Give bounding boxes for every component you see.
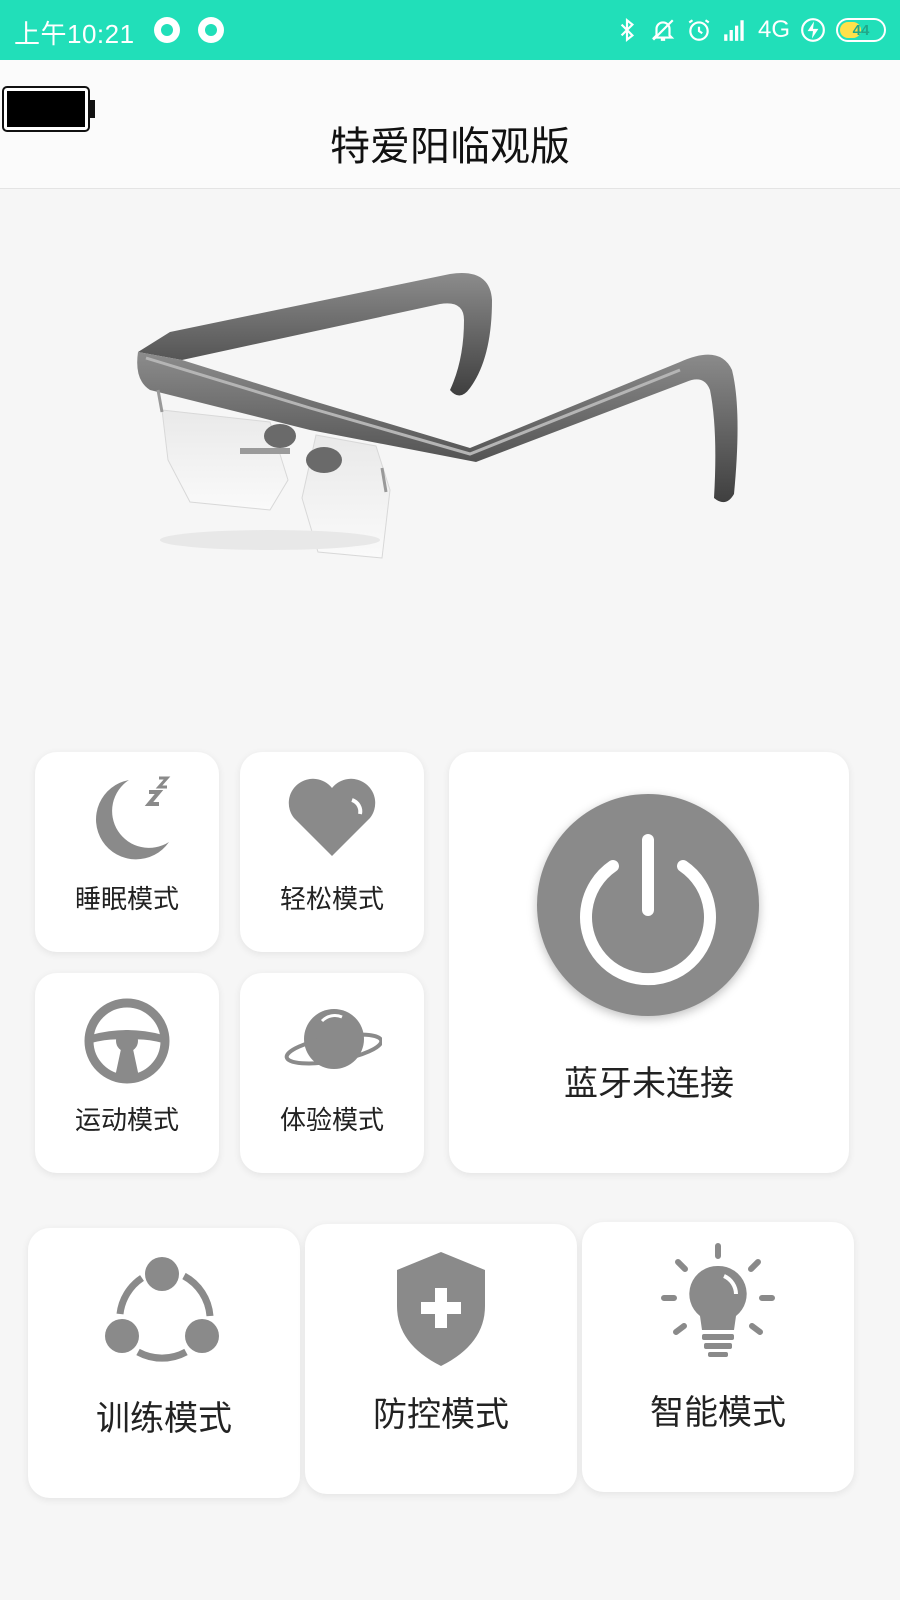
status-icons: 4G 44 bbox=[614, 12, 886, 48]
signal-icon bbox=[724, 20, 744, 41]
notification-dot-icon bbox=[154, 17, 180, 43]
sleep-mode-label: 睡眠模式 bbox=[74, 885, 179, 915]
bluetooth-icon bbox=[620, 17, 635, 43]
sleep-mode-card[interactable]: 睡眠模式 bbox=[35, 752, 219, 952]
status-bar: 上午10:21 4G 44 bbox=[0, 0, 900, 60]
page-title: 特爱阳临观版 bbox=[330, 124, 570, 170]
network-type: 4G bbox=[757, 16, 790, 43]
smart-mode-card[interactable]: 智能模式 bbox=[582, 1222, 854, 1492]
phone-battery-icon: 44 bbox=[836, 18, 886, 42]
training-mode-label: 训练模式 bbox=[96, 1399, 232, 1439]
notification-dot-icon bbox=[198, 17, 224, 43]
status-time: 上午10:21 bbox=[14, 19, 135, 49]
bluetooth-status: 蓝牙未连接 bbox=[564, 1064, 734, 1104]
relax-mode-card[interactable]: 轻松模式 bbox=[240, 752, 424, 952]
experience-mode-card[interactable]: 体验模式 bbox=[240, 973, 424, 1173]
battery-percent: 44 bbox=[852, 21, 870, 39]
charging-icon bbox=[801, 18, 825, 42]
relax-mode-label: 轻松模式 bbox=[279, 885, 384, 915]
planet-icon bbox=[284, 1009, 382, 1069]
power-icon bbox=[580, 834, 716, 986]
prevention-mode-label: 防控模式 bbox=[373, 1395, 509, 1435]
glasses-product-image bbox=[137, 273, 738, 559]
moon-zzz-icon bbox=[96, 776, 171, 860]
training-mode-card[interactable]: 训练模式 bbox=[28, 1228, 300, 1498]
alarm-icon bbox=[688, 19, 710, 41]
power-button[interactable] bbox=[537, 794, 759, 1016]
bluetooth-card: 蓝牙未连接 bbox=[449, 752, 849, 1173]
sport-mode-card[interactable]: 运动模式 bbox=[35, 973, 219, 1173]
heart-icon bbox=[288, 778, 376, 856]
experience-mode-label: 体验模式 bbox=[279, 1106, 384, 1136]
shield-plus-icon bbox=[397, 1252, 485, 1366]
smart-mode-label: 智能模式 bbox=[650, 1393, 786, 1433]
app-header: 特爱阳临观版 bbox=[0, 60, 900, 189]
prevention-mode-card[interactable]: 防控模式 bbox=[305, 1224, 577, 1494]
lightbulb-icon bbox=[661, 1243, 775, 1357]
sport-mode-label: 运动模式 bbox=[74, 1106, 179, 1136]
share-nodes-icon bbox=[105, 1257, 219, 1362]
mute-bell-icon bbox=[651, 19, 675, 41]
steering-wheel-icon bbox=[84, 998, 170, 1084]
